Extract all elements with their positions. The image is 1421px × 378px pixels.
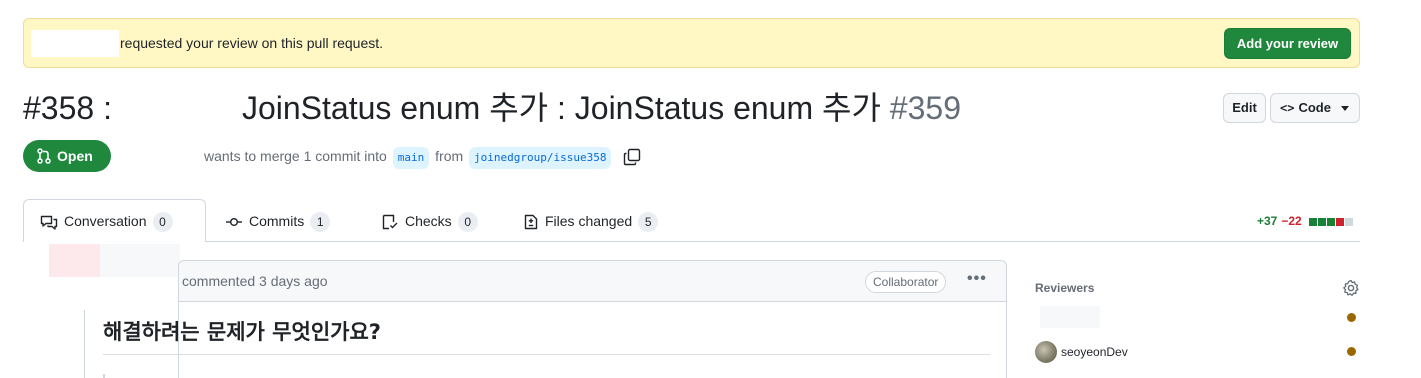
merge-from-text: from (435, 148, 464, 164)
tab-files-changed[interactable]: Files changed 5 (523, 210, 659, 232)
kebab-menu-icon[interactable]: ••• (967, 270, 987, 288)
redacted-username (31, 30, 119, 57)
pending-review-dot (1347, 347, 1356, 356)
comment-heading: 해결하려는 문제가 무엇인가요? (103, 318, 990, 355)
code-icon: <> (1280, 101, 1295, 115)
tab-files-changed-counter: 5 (638, 212, 659, 232)
reviewer-name[interactable]: seoyeonDev (1061, 345, 1128, 359)
tab-files-changed-label: Files changed (545, 213, 633, 229)
git-pull-request-icon (37, 148, 51, 164)
base-branch[interactable]: main (392, 147, 430, 169)
tab-checks-label: Checks (405, 213, 452, 229)
merge-description: wants to merge 1 commit into main from j… (204, 144, 641, 169)
redacted-avatar (49, 244, 100, 277)
diffstat-blocks (1309, 215, 1354, 229)
tab-checks-counter: 0 (457, 212, 478, 232)
pending-review-dot (1347, 313, 1356, 322)
tab-checks[interactable]: Checks 0 (381, 210, 478, 232)
diffstat-block-add (1327, 218, 1336, 226)
code-button[interactable]: <> Code (1270, 93, 1360, 123)
timeline-line (84, 310, 85, 378)
tab-conversation[interactable]: Conversation 0 (40, 210, 173, 232)
checklist-icon (382, 215, 398, 230)
tab-commits[interactable]: Commits 1 (225, 210, 331, 232)
pr-title: #358 : JoinStatus enum 추가 : JoinStatus en… (23, 88, 961, 128)
avatar[interactable] (1035, 341, 1057, 363)
tab-conversation-counter: 0 (152, 212, 173, 232)
copy-icon[interactable] (623, 148, 641, 166)
pr-state-label: Open (57, 148, 93, 164)
head-branch[interactable]: joinedgroup/issue358 (469, 147, 612, 169)
tabs-divider (23, 241, 1360, 242)
commit-icon (226, 218, 242, 227)
diffstat: +37 −22 (1257, 214, 1354, 229)
redacted-reviewer (1040, 306, 1100, 328)
collaborator-badge: Collaborator (865, 271, 947, 293)
caret-down-icon (1341, 106, 1349, 111)
diffstat-block-del (1336, 218, 1345, 226)
review-request-banner: requested your review on this pull reque… (23, 18, 1360, 68)
add-review-button[interactable]: Add your review (1224, 28, 1351, 59)
comment-meta: commented 3 days ago (182, 273, 328, 289)
diffstat-block-add (1309, 218, 1318, 226)
diffstat-block-add (1318, 218, 1327, 226)
content-stub (103, 374, 105, 378)
redacted-author (100, 244, 180, 277)
tab-commits-counter: 1 (310, 212, 331, 232)
pr-state-badge: Open (23, 140, 111, 172)
tab-commits-label: Commits (249, 213, 305, 229)
diffstat-block-neutral (1345, 218, 1354, 226)
pr-number: #359 (889, 90, 961, 126)
pr-title-text: JoinStatus enum 추가 : JoinStatus enum 추가 (241, 90, 881, 126)
code-button-label: Code (1298, 100, 1331, 115)
conversation-icon (40, 216, 58, 230)
edit-button[interactable]: Edit (1223, 93, 1266, 123)
diffstat-deletions: −22 (1281, 214, 1302, 228)
diffstat-additions: +37 (1257, 214, 1278, 228)
gear-icon[interactable] (1342, 279, 1360, 297)
reviewers-label: Reviewers (1035, 281, 1095, 295)
banner-message: requested your review on this pull reque… (120, 35, 384, 51)
tab-conversation-label: Conversation (64, 213, 147, 229)
comment-header: commented 3 days ago Collaborator ••• (179, 261, 1006, 302)
pr-title-prefix: #358 : (23, 90, 112, 126)
file-diff-icon (524, 215, 538, 230)
merge-text: wants to merge 1 commit into (204, 148, 387, 164)
